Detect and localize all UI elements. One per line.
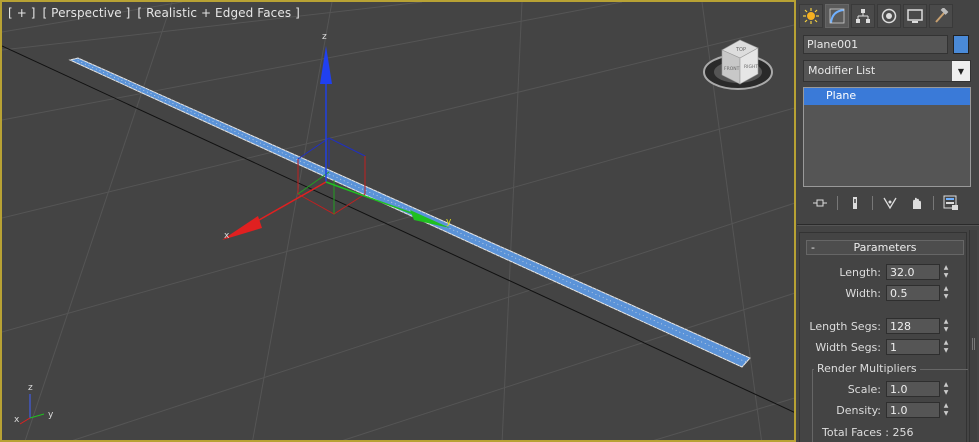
tripod-y-label: y — [48, 410, 54, 420]
toolbar-divider — [933, 196, 934, 210]
command-panel: Plane001 Modifier List ▼ Plane - Paramet… — [797, 0, 979, 442]
command-panel-tabs — [799, 4, 977, 28]
length-segs-spinner[interactable]: ▲ ▼ — [941, 318, 951, 334]
pin-stack-icon[interactable] — [811, 194, 829, 212]
length-segs-label: Length Segs: — [809, 320, 881, 333]
grid — [2, 2, 794, 440]
viewport-menu-shading[interactable]: [ Realistic + Edged Faces ] — [137, 6, 300, 20]
viewport-menu-plus[interactable]: [ + ] — [8, 6, 36, 20]
modifier-stack[interactable]: Plane — [803, 87, 971, 187]
stack-item-plane[interactable]: Plane — [804, 88, 970, 105]
create-tab[interactable] — [799, 4, 823, 28]
viewport-menu-pov[interactable]: [ Perspective ] — [42, 6, 130, 20]
hierarchy-icon — [856, 9, 870, 23]
width-segs-spinner[interactable]: ▲ ▼ — [941, 339, 951, 355]
width-label: Width: — [845, 287, 881, 300]
show-end-result-icon[interactable] — [846, 194, 864, 212]
scale-field[interactable]: 1.0 — [886, 381, 940, 397]
length-param: Length: 32.0 ▲ ▼ — [800, 264, 968, 282]
modify-tab[interactable] — [825, 4, 849, 28]
viewport-label[interactable]: [ + ] [ Perspective ] [ Realistic + Edge… — [8, 6, 303, 20]
length-label: Length: — [839, 266, 881, 279]
modify-curve-icon — [829, 8, 845, 24]
scale-param: Scale: 1.0 ▲ ▼ — [800, 381, 968, 399]
viewcube-right: RIGHT — [744, 64, 758, 70]
width-segs-param: Width Segs: 1 ▲ ▼ — [800, 339, 968, 357]
scale-spinner[interactable]: ▲ ▼ — [941, 381, 951, 397]
total-faces: Total Faces : 256 — [822, 426, 914, 439]
length-spinner[interactable]: ▲ ▼ — [941, 264, 951, 280]
tripod-x-label: x — [14, 415, 20, 425]
density-field[interactable]: 1.0 — [886, 402, 940, 418]
gizmo-y-label: y — [446, 217, 452, 227]
modifier-list-dropdown[interactable]: Modifier List ▼ — [803, 60, 971, 82]
hierarchy-tab[interactable] — [851, 4, 875, 28]
display-tab[interactable] — [903, 4, 927, 28]
density-spinner[interactable]: ▲ ▼ — [941, 402, 951, 418]
parameters-rollout: - Parameters Length: 32.0 ▲ ▼ Width: 0.5 … — [799, 232, 968, 442]
configure-sets-icon[interactable] — [942, 194, 960, 212]
parameters-title: Parameters — [853, 241, 917, 254]
width-segs-label: Width Segs: — [815, 341, 881, 354]
panel-scrollbar[interactable] — [969, 230, 977, 442]
make-unique-icon[interactable] — [881, 194, 899, 212]
render-multipliers-title: Render Multipliers — [814, 362, 920, 375]
parameters-rollout-header[interactable]: - Parameters — [806, 240, 964, 255]
utilities-tab[interactable] — [929, 4, 953, 28]
motion-tab[interactable] — [877, 4, 901, 28]
toolbar-divider — [837, 196, 838, 210]
remove-modifier-icon[interactable] — [907, 194, 925, 212]
width-spinner[interactable]: ▲ ▼ — [941, 285, 951, 301]
viewcube-top: TOP — [735, 47, 746, 53]
length-field[interactable]: 32.0 — [886, 264, 940, 280]
density-label: Density: — [836, 404, 881, 417]
stack-toolbar — [805, 192, 971, 214]
density-param: Density: 1.0 ▲ ▼ — [800, 402, 968, 420]
axis-tripod: z y x — [14, 383, 54, 425]
display-monitor-icon — [907, 9, 923, 23]
chevron-down-icon[interactable]: ▼ — [952, 61, 970, 81]
modifier-list-label: Modifier List — [808, 64, 876, 77]
perspective-viewport[interactable]: z y x z y x TOP FRONT RIGHT [ + ] [ Pers… — [0, 0, 796, 442]
gizmo-z-label: z — [322, 32, 327, 42]
collapse-icon: - — [811, 241, 815, 254]
gizmo-x-label: x — [224, 231, 230, 241]
hammer-icon — [935, 8, 949, 23]
grid-axis-line — [2, 45, 794, 413]
width-param: Width: 0.5 ▲ ▼ — [800, 285, 968, 303]
length-segs-field[interactable]: 128 — [886, 318, 940, 334]
width-segs-field[interactable]: 1 — [886, 339, 940, 355]
sun-star-icon — [803, 8, 819, 24]
object-name-field[interactable]: Plane001 — [803, 35, 948, 54]
scale-label: Scale: — [847, 383, 881, 396]
panel-divider-highlight — [797, 225, 979, 226]
scrollbar-grip[interactable] — [972, 338, 975, 350]
toolbar-divider — [872, 196, 873, 210]
width-field[interactable]: 0.5 — [886, 285, 940, 301]
viewcube-front: FRONT — [724, 66, 740, 72]
viewport-scene: z y x z y x TOP FRONT RIGHT — [2, 2, 794, 440]
motion-icon — [881, 8, 897, 24]
tripod-z-label: z — [28, 383, 33, 393]
viewcube[interactable]: TOP FRONT RIGHT — [703, 39, 773, 90]
object-color-swatch[interactable] — [953, 35, 969, 54]
length-segs-param: Length Segs: 128 ▲ ▼ — [800, 318, 968, 336]
